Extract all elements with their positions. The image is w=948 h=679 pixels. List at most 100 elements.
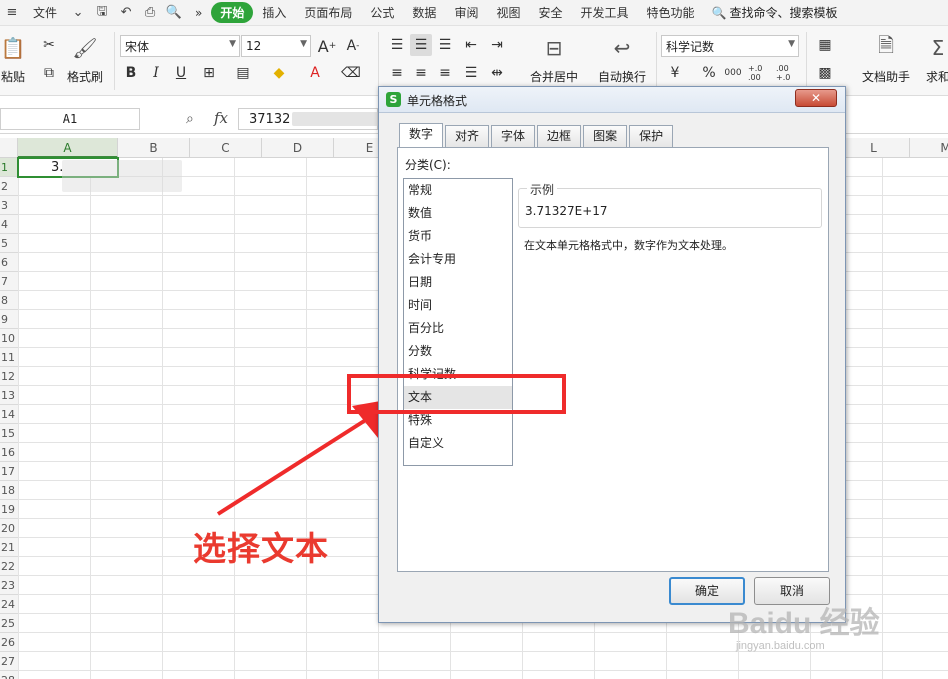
increase-font-icon[interactable]: A + xyxy=(316,35,338,57)
font-name-select[interactable]: 宋体 ▼ xyxy=(120,35,240,57)
number-format-select[interactable]: 科学记数 ▼ xyxy=(661,35,799,57)
border-icon[interactable]: ⊞ xyxy=(198,62,220,84)
wrap-text-button[interactable]: ↩ 自动换行 xyxy=(592,30,652,90)
underline-icon[interactable]: U xyxy=(170,62,192,84)
align-top-icon[interactable]: ☰ xyxy=(386,34,408,56)
indent-increase-icon[interactable]: ⇥ xyxy=(486,34,508,56)
category-list[interactable]: 常规 数值 货币 会计专用 日期 时间 百分比 分数 科学记数 文本 特殊 自定… xyxy=(403,178,513,466)
row-header[interactable]: 6 xyxy=(0,253,18,272)
category-fraction[interactable]: 分数 xyxy=(404,340,512,363)
row-header[interactable]: 26 xyxy=(0,633,18,652)
name-box[interactable]: A1 xyxy=(0,108,140,130)
dialog-title-bar[interactable]: S 单元格格式 ✕ xyxy=(379,87,845,113)
row-header[interactable]: 22 xyxy=(0,557,18,576)
decrease-font-icon[interactable]: A- xyxy=(342,35,364,57)
align-bottom-icon[interactable]: ☰ xyxy=(434,34,456,56)
fx-icon[interactable]: fx xyxy=(214,109,228,127)
zoom-icon[interactable]: ⌕ xyxy=(186,111,194,127)
doc-assistant-button[interactable]: 🗎 文档助手 xyxy=(856,30,916,90)
row-header[interactable]: 16 xyxy=(0,443,18,462)
fill-color-icon[interactable]: ◆ xyxy=(268,62,290,84)
row-header[interactable]: 23 xyxy=(0,576,18,595)
select-all-corner[interactable] xyxy=(0,138,18,158)
tab-review[interactable]: 审阅 xyxy=(445,4,487,21)
category-date[interactable]: 日期 xyxy=(404,271,512,294)
category-number[interactable]: 数值 xyxy=(404,202,512,225)
currency-icon[interactable]: ¥ xyxy=(664,62,686,84)
row-header[interactable]: 4 xyxy=(0,215,18,234)
column-header-a[interactable]: A xyxy=(18,138,118,158)
font-color-icon[interactable]: A xyxy=(304,62,326,84)
row-header[interactable]: 24 xyxy=(0,595,18,614)
align-right-icon[interactable]: ≡ xyxy=(434,62,456,84)
menu-file[interactable]: 文件 xyxy=(24,4,66,21)
save-icon[interactable]: 🖫 xyxy=(93,4,111,22)
row-header[interactable]: 14 xyxy=(0,405,18,424)
indent-decrease-icon[interactable]: ⇤ xyxy=(460,34,482,56)
distribute-icon[interactable]: ⇹ xyxy=(486,62,508,84)
row-header[interactable]: 13 xyxy=(0,386,18,405)
category-general[interactable]: 常规 xyxy=(404,179,512,202)
tab-special[interactable]: 特色功能 xyxy=(638,4,704,21)
row-header[interactable]: 2 xyxy=(0,177,18,196)
column-header-m[interactable]: M xyxy=(910,138,948,158)
justify-icon[interactable]: ☰ xyxy=(460,62,482,84)
row-header[interactable]: 9 xyxy=(0,310,18,329)
row-header[interactable]: 27 xyxy=(0,652,18,671)
row-header[interactable]: 1 xyxy=(0,158,18,177)
eraser-icon[interactable]: ⌫ xyxy=(340,62,362,84)
column-header-c[interactable]: C xyxy=(190,138,262,158)
align-middle-icon[interactable]: ☰ xyxy=(410,34,432,56)
tab-view[interactable]: 视图 xyxy=(487,4,529,21)
bold-icon[interactable]: B xyxy=(120,62,142,84)
tab-security[interactable]: 安全 xyxy=(529,4,571,21)
percent-button[interactable]: % xyxy=(698,62,720,84)
category-custom[interactable]: 自定义 xyxy=(404,432,512,455)
tab-developer[interactable]: 开发工具 xyxy=(571,4,637,21)
tab-page-layout[interactable]: 页面布局 xyxy=(295,4,361,21)
tab-home[interactable]: 开始 xyxy=(211,2,254,23)
row-header[interactable]: 18 xyxy=(0,481,18,500)
tab-data[interactable]: 数据 xyxy=(403,4,445,21)
row-header[interactable]: 10 xyxy=(0,329,18,348)
row-header[interactable]: 19 xyxy=(0,500,18,519)
row-header[interactable]: 25 xyxy=(0,614,18,633)
menu-lines-icon[interactable]: ≡ xyxy=(3,4,21,22)
italic-icon[interactable]: I xyxy=(145,62,167,84)
row-header[interactable]: 21 xyxy=(0,538,18,557)
font-size-select[interactable]: 12 ▼ xyxy=(241,35,311,57)
row-header[interactable]: 20 xyxy=(0,519,18,538)
copy-icon[interactable]: ⧉ xyxy=(38,62,60,84)
row-header[interactable]: 11 xyxy=(0,348,18,367)
tab-alignment[interactable]: 对齐 xyxy=(445,125,490,147)
tab-protection[interactable]: 保护 xyxy=(629,125,674,147)
merge-center-button[interactable]: ⊟ 合并居中 xyxy=(524,30,584,90)
column-header-l[interactable]: L xyxy=(838,138,910,158)
command-search[interactable]: 🔍 查找命令、搜索模板 xyxy=(712,4,838,21)
column-header-b[interactable]: B xyxy=(118,138,190,158)
row-header[interactable]: 7 xyxy=(0,272,18,291)
category-currency[interactable]: 货币 xyxy=(404,225,512,248)
row-header[interactable]: 17 xyxy=(0,462,18,481)
print-preview-icon[interactable]: 🔍 xyxy=(165,4,183,22)
decrease-decimal-button[interactable]: .00 +.0 xyxy=(776,62,802,84)
cell-style-icon[interactable]: ▤ xyxy=(232,62,254,84)
undo-icon[interactable]: ↶ xyxy=(117,4,135,22)
format-painter-button[interactable]: 🖌 格式刷 xyxy=(58,30,112,90)
tab-border[interactable]: 边框 xyxy=(537,125,582,147)
category-percentage[interactable]: 百分比 xyxy=(404,317,512,340)
category-accounting[interactable]: 会计专用 xyxy=(404,248,512,271)
thousand-separator-button[interactable]: 000 xyxy=(722,62,744,84)
close-button[interactable]: ✕ xyxy=(795,89,837,107)
tab-pattern[interactable]: 图案 xyxy=(583,125,628,147)
tab-insert[interactable]: 插入 xyxy=(253,4,295,21)
tab-font[interactable]: 字体 xyxy=(491,125,536,147)
row-header[interactable]: 8 xyxy=(0,291,18,310)
align-center-icon[interactable]: ≡ xyxy=(410,62,432,84)
cut-icon[interactable]: ✂ xyxy=(38,34,60,56)
conditional-format-icon[interactable]: ▦ xyxy=(814,34,836,56)
increase-decimal-button[interactable]: +.0 .00 xyxy=(748,62,774,84)
column-header-d[interactable]: D xyxy=(262,138,334,158)
row-header[interactable]: 3 xyxy=(0,196,18,215)
tab-number[interactable]: 数字 xyxy=(399,123,444,147)
